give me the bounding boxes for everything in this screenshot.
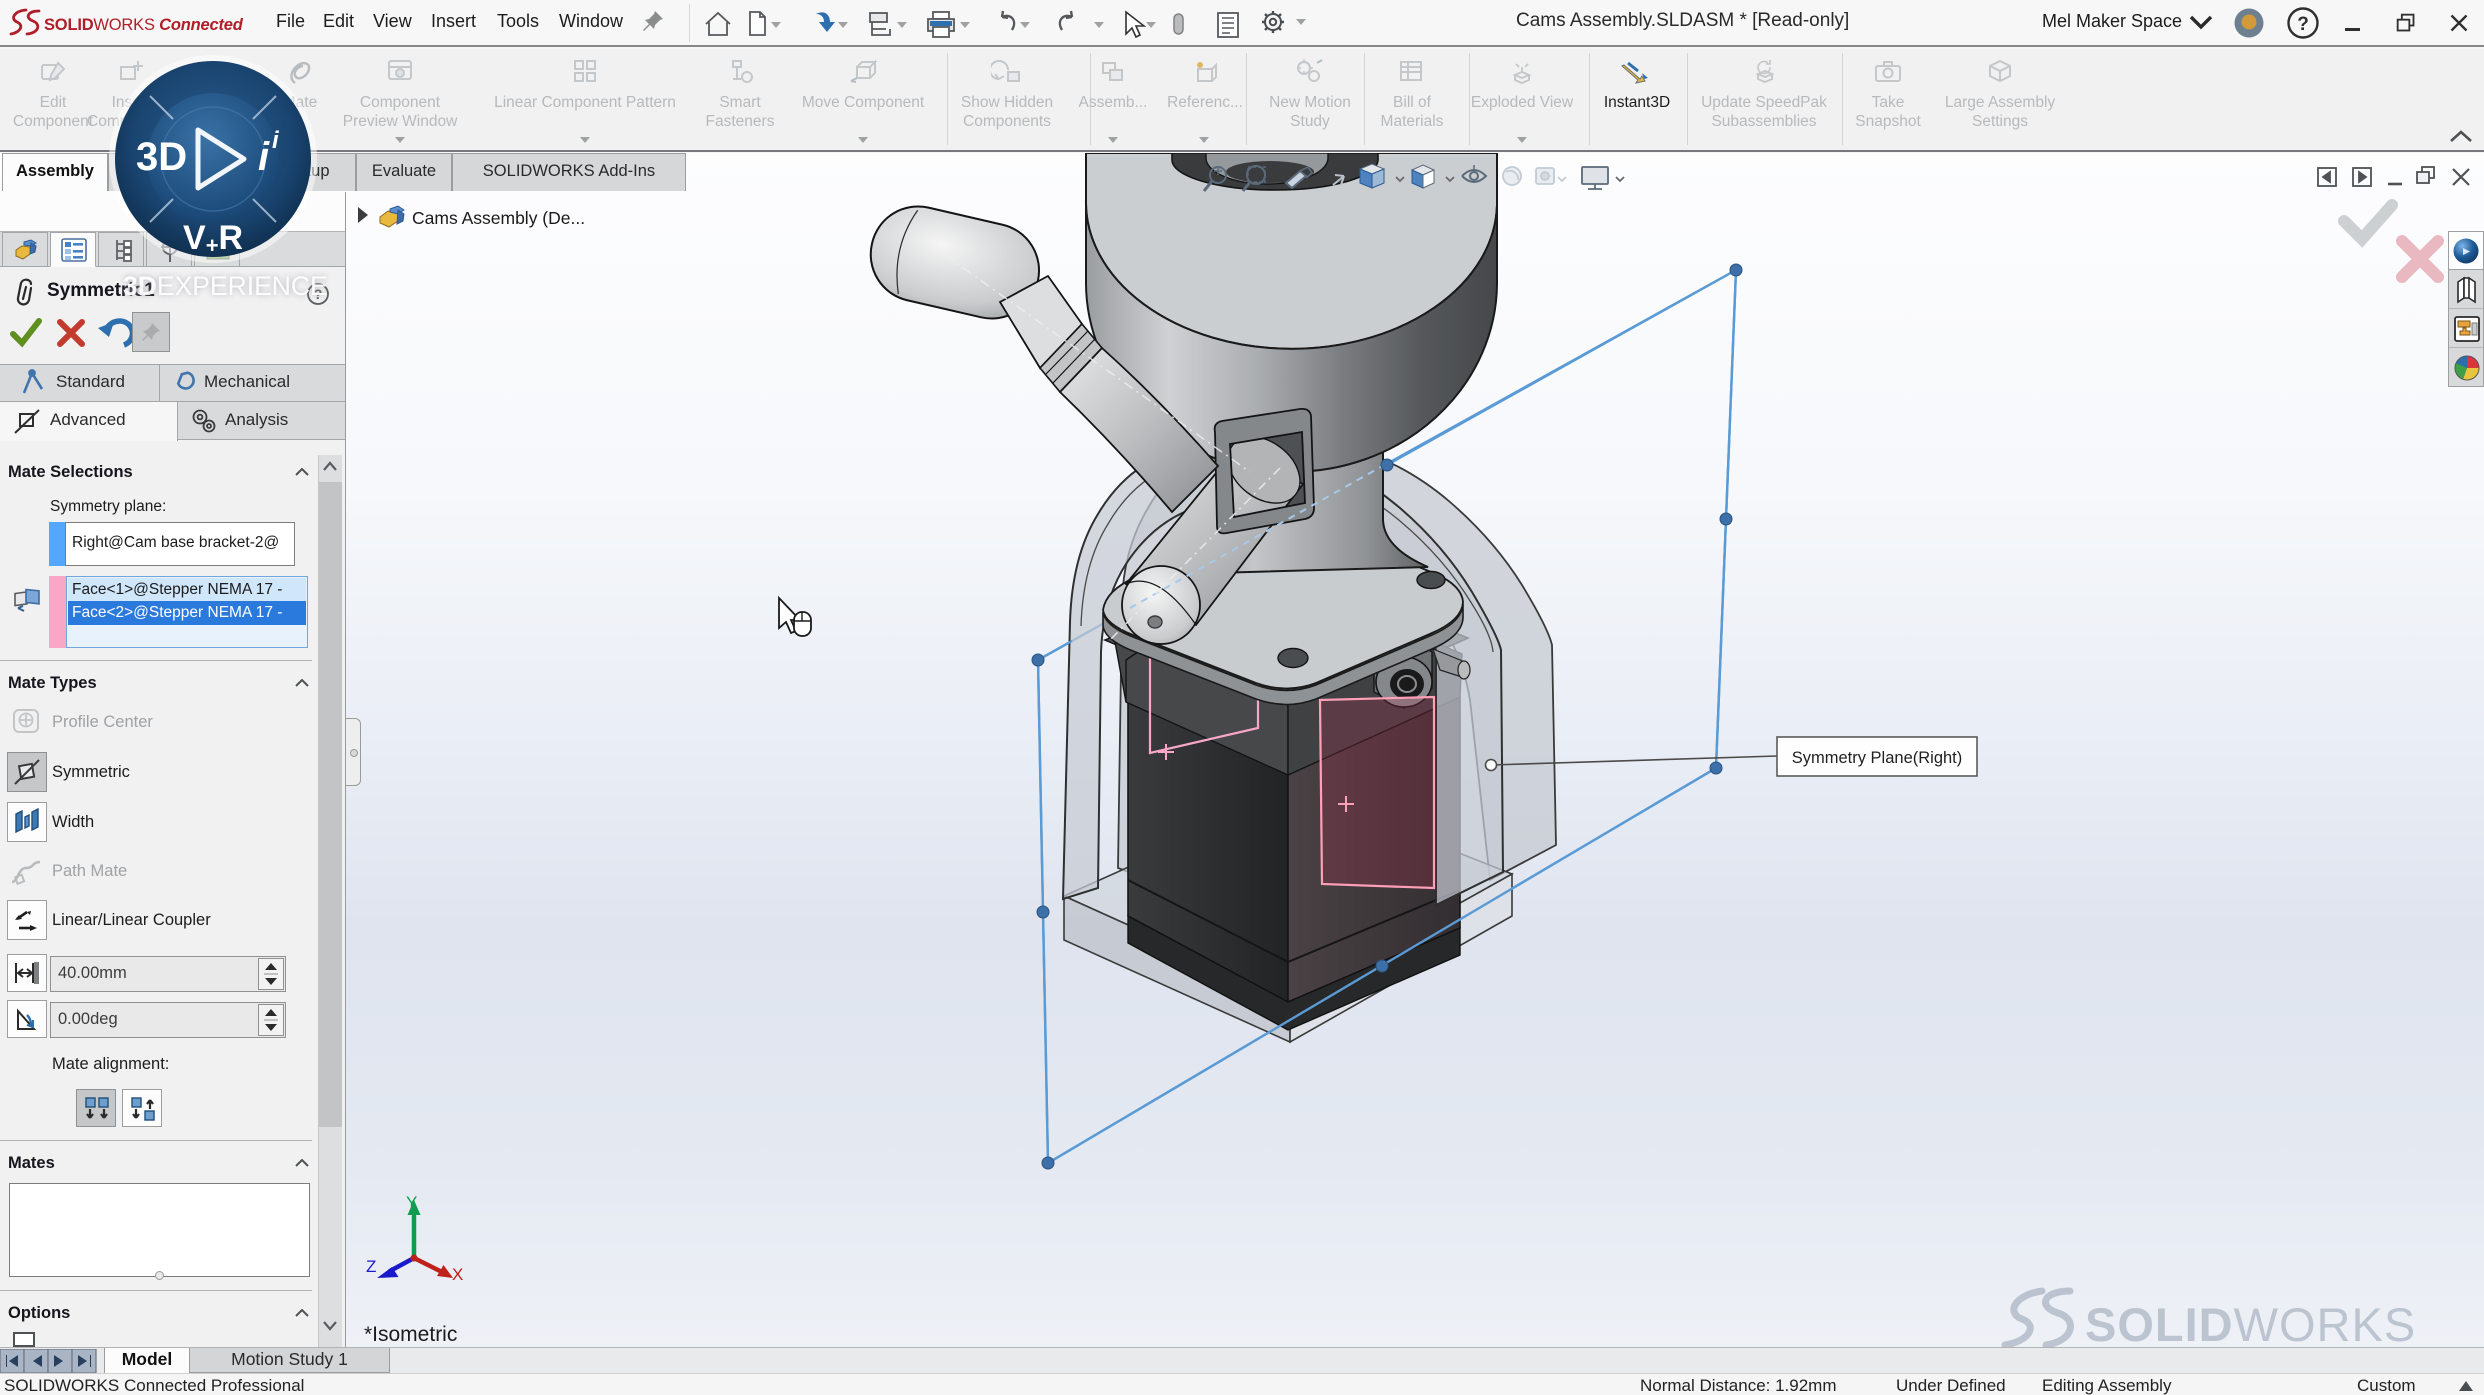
svg-text:SOLIDWORKS Connected: SOLIDWORKS Connected (44, 16, 244, 34)
svg-text:Symmetry Plane(Right): Symmetry Plane(Right) (1792, 749, 1963, 767)
svg-text:SOLIDWORKS: SOLIDWORKS (2085, 1298, 2416, 1347)
svg-text:*Isometric: *Isometric (364, 1323, 457, 1346)
svg-text:i: i (258, 135, 270, 179)
svg-text:Z: Z (366, 1257, 376, 1276)
svg-text:Y: Y (406, 1193, 417, 1212)
svg-text:3D: 3D (136, 135, 187, 179)
svg-text:X: X (452, 1265, 463, 1284)
svg-text:Cams Assembly (De...: Cams Assembly (De... (412, 208, 585, 228)
svg-text:?: ? (2297, 14, 2309, 35)
